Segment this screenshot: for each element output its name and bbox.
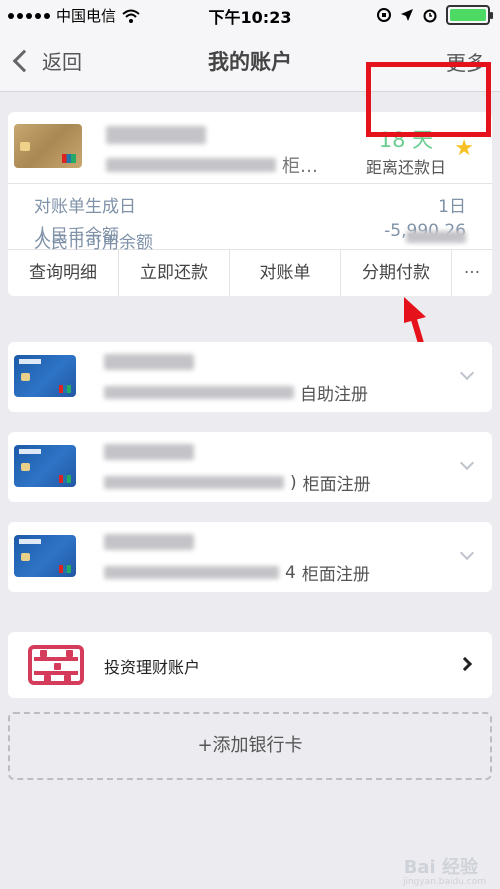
card-item[interactable]: 自助注册 (8, 342, 492, 412)
card-image (14, 445, 76, 487)
card-name-redacted (104, 534, 194, 554)
available-balance-redacted (406, 228, 466, 248)
annotation-highlight-box (366, 62, 491, 137)
card-image (14, 355, 76, 397)
baidu-watermark-url: jingyan.baidu.com (402, 877, 486, 887)
card-number-row: ) 柜面注册 (104, 470, 371, 495)
star-icon[interactable]: ★ (454, 136, 474, 161)
query-details-button[interactable]: 查询明细 (8, 250, 119, 296)
card-number-suffix: ) (290, 472, 297, 493)
chevron-right-icon (457, 656, 473, 672)
chevron-down-icon[interactable] (459, 455, 475, 471)
rotation-lock-icon (377, 8, 391, 22)
alarm-icon (423, 9, 437, 23)
card-name-redacted (106, 126, 206, 148)
investment-account-row[interactable]: 投资理财账户 (8, 632, 492, 698)
registration-tag: 柜面注册 (302, 475, 371, 495)
card-image (14, 124, 82, 168)
installment-button[interactable]: 分期付款 (341, 250, 452, 296)
card-item[interactable]: ) 柜面注册 (8, 432, 492, 502)
add-bank-card-button[interactable]: +添加银行卡 (8, 712, 492, 780)
primary-card[interactable]: 柜… 18 天 距离还款日 ★ 对账单生成日 1日 人民币余额 -5,990.2… (8, 112, 492, 296)
card-image (14, 535, 76, 577)
card-name-redacted (104, 444, 194, 464)
card-branch-suffix: 柜… (282, 156, 318, 177)
registration-tag: 柜面注册 (301, 565, 370, 585)
info-row: 对账单生成日 1日 (34, 197, 466, 217)
info-row: 人民币可用余额 (8, 224, 492, 253)
status-icons (376, 5, 493, 25)
statement-button[interactable]: 对账单 (230, 250, 341, 296)
card-number-redacted: 柜… (106, 152, 318, 178)
days-label: 距离还款日 (365, 158, 446, 177)
card-number-suffix: 4 (285, 562, 296, 583)
abacus-icon (28, 645, 84, 685)
card-item[interactable]: 4 柜面注册 (8, 522, 492, 592)
status-bar: 中国电信 下午10:23 (0, 0, 500, 28)
registration-tag: 自助注册 (300, 385, 368, 405)
chevron-down-icon[interactable] (459, 365, 475, 381)
battery-icon (446, 5, 493, 25)
card-number-row: 4 柜面注册 (104, 560, 370, 585)
chevron-down-icon[interactable] (459, 545, 475, 561)
repay-now-button[interactable]: 立即还款 (119, 250, 230, 296)
card-name-redacted (104, 354, 194, 374)
card-actions: 查询明细 立即还款 对账单 分期付款 ··· (8, 250, 492, 296)
more-actions-button[interactable]: ··· (452, 250, 492, 296)
baidu-watermark: Bai 经验 (403, 857, 478, 878)
investment-label: 投资理财账户 (104, 658, 201, 677)
card-number-row: 自助注册 (104, 380, 368, 405)
location-arrow-icon (401, 9, 413, 21)
